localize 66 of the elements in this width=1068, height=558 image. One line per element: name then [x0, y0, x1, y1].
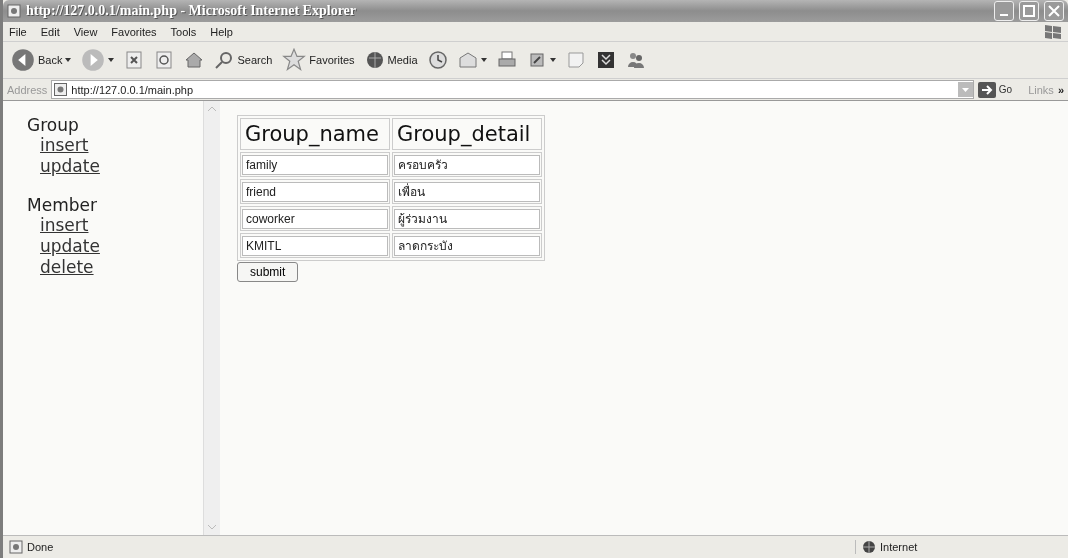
favorites-button[interactable]: Favorites	[280, 46, 357, 74]
close-icon	[1048, 5, 1060, 17]
address-text: http://127.0.0.1/main.php	[71, 83, 194, 96]
dropdown-caret-icon	[480, 58, 487, 62]
scroll-bar[interactable]	[203, 101, 220, 535]
text-field[interactable]: ลาดกระบัง	[394, 235, 540, 256]
search-button[interactable]: Search	[212, 48, 275, 72]
stop-icon	[124, 50, 145, 70]
nav-link[interactable]: delete	[40, 257, 94, 278]
page-icon	[54, 83, 68, 96]
menu-item[interactable]: Edit	[40, 25, 60, 38]
section-heading: Member	[27, 195, 98, 215]
text-field[interactable]: ผู้ร่วมงาน	[394, 208, 540, 229]
menu-item[interactable]: View	[73, 25, 98, 38]
maximize-icon	[1023, 5, 1035, 17]
zone-text: Internet	[880, 541, 918, 553]
minimize-icon	[1000, 14, 1008, 16]
research-icon	[595, 50, 616, 70]
nav-link[interactable]: update	[40, 156, 100, 177]
maximize-button[interactable]	[1019, 1, 1039, 21]
dropdown-caret-icon	[549, 58, 556, 62]
address-field[interactable]: http://127.0.0.1/main.php	[51, 80, 974, 99]
text-field[interactable]: ครอบครัว	[394, 154, 540, 175]
menu-item[interactable]: Favorites	[111, 25, 157, 38]
text-field[interactable]: KMITL	[242, 236, 388, 256]
text-field[interactable]: เพื่อน	[394, 181, 540, 202]
column-header: Group_name	[240, 118, 390, 150]
clock-icon	[427, 50, 448, 70]
dropdown-caret-icon	[65, 58, 72, 62]
menu-item[interactable]: Help	[210, 25, 233, 38]
people-icon	[625, 50, 646, 70]
forward-button[interactable]	[79, 46, 117, 74]
page-icon	[7, 4, 21, 18]
nav-link[interactable]: insert	[40, 135, 89, 156]
minimize-button[interactable]	[994, 1, 1014, 21]
menu-item[interactable]: Tools	[170, 25, 197, 38]
section-heading: Group	[27, 115, 80, 135]
dropdown-caret-icon	[108, 58, 115, 62]
nav-link[interactable]: update	[40, 236, 100, 257]
home-icon	[184, 50, 205, 70]
windows-logo-icon	[1042, 23, 1064, 40]
window-title: http://127.0.0.1/main.php - Microsoft Internet Explorer	[26, 3, 358, 19]
status-text: Done	[27, 541, 54, 553]
globe-icon	[364, 50, 385, 70]
globe-icon	[862, 540, 876, 554]
close-button[interactable]	[1044, 1, 1064, 21]
more-chevron[interactable]: »	[1057, 83, 1064, 96]
menu-item[interactable]: File	[9, 25, 27, 38]
back-button[interactable]: Back	[9, 46, 74, 74]
page-icon	[9, 540, 23, 554]
media-button[interactable]: Media	[362, 48, 420, 72]
refresh-icon	[154, 50, 175, 70]
text-field[interactable]: coworker	[242, 209, 388, 229]
submit-button[interactable]: submit	[237, 262, 299, 282]
arrow-icon	[977, 81, 996, 98]
nav-link[interactable]: insert	[40, 215, 89, 236]
go-button[interactable]: Go	[977, 81, 1013, 98]
column-header: Group_detail	[392, 118, 542, 150]
envelope-icon	[457, 50, 478, 70]
search-icon	[214, 50, 235, 70]
text-field[interactable]: family	[242, 155, 388, 175]
address-label: Address	[7, 83, 48, 96]
star-icon	[282, 48, 307, 72]
text-field[interactable]: friend	[242, 182, 388, 202]
note-icon	[565, 50, 586, 70]
printer-icon	[496, 50, 517, 70]
